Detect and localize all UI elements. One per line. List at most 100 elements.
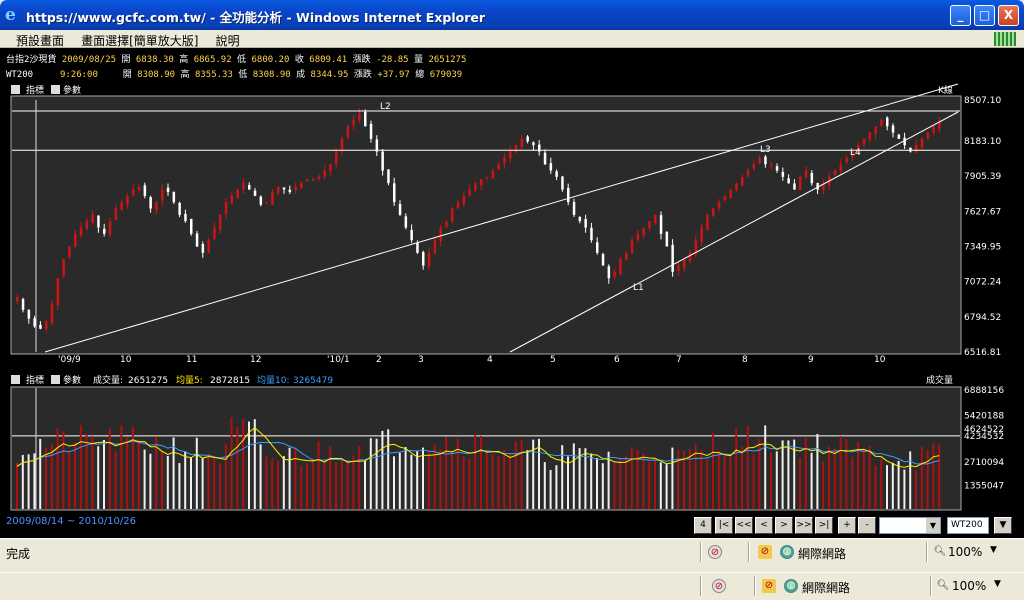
zoom-level[interactable]: 100% [952,579,986,593]
nav-button-fast-back[interactable]: << [735,517,753,534]
nav-button-back[interactable]: < [755,517,773,534]
candle-body [236,189,239,199]
candle-body [503,157,506,164]
candle-body [45,321,48,329]
param-toggle-icon[interactable] [51,85,60,94]
volume-bar [833,448,836,509]
security-icon[interactable]: ⊘ [758,545,772,559]
candle-body [16,297,19,301]
chevron-down-icon[interactable]: ▼ [926,518,940,533]
nav-button-last[interactable]: >| [815,517,833,534]
quote-volume-label: 總 [415,70,425,80]
vol-value: 2651275 [128,376,168,386]
quote-date: 9:26:00 [59,70,98,80]
candle-body [352,119,355,126]
candle-body [833,170,837,175]
volume-bar [137,438,140,509]
volume-bar [16,462,18,509]
vol-indicator-toggle-icon[interactable] [11,375,20,384]
candle-body [491,170,495,178]
candle-body [596,242,599,253]
volume-tick-label: 4234532 [964,432,1004,442]
quote-close: 8344.95 [310,70,349,80]
candle-body [56,278,60,306]
vol-indicator-button[interactable]: 指標 [26,374,44,386]
candle-body [868,132,872,140]
security-icon[interactable]: ⊘ [762,579,776,593]
volume-bar [642,453,645,509]
close-button[interactable]: X [998,5,1019,26]
candle-body [683,259,686,268]
volume-bar [781,440,784,509]
volume-bar [543,462,546,509]
candle-body [282,187,286,190]
privacy-icon[interactable]: ⊘ [712,579,726,593]
candle-body [335,151,338,164]
quote-date: 2009/08/25 [61,55,117,65]
period-select[interactable]: ▼ [879,517,941,534]
privacy-icon[interactable]: ⊘ [708,545,722,559]
candle-body [706,214,709,230]
vol-param-button[interactable]: 參數 [63,374,81,386]
zoom-level[interactable]: 100% [948,545,982,559]
volume-bar [213,456,216,509]
indicator-button[interactable]: 指標 [26,84,44,96]
candle-body [654,214,657,224]
quote-row-taiex: 台指2沙現貨 2009/08/25 開 6838.30 高 6865.92 低 … [6,52,466,65]
symbol-input[interactable]: WT200 [947,517,989,534]
zoom-chevron-down-icon[interactable]: ▼ [994,579,1001,589]
title-bar[interactable]: e https://www.gcfc.com.tw/ - 全功能分析 - Win… [0,0,1024,30]
candle-body [862,138,866,145]
indicator-toggle-icon[interactable] [11,85,20,94]
volume-bar [265,456,268,509]
nav-button-fast-forward[interactable]: >> [795,517,813,534]
minimize-button[interactable]: _ [950,5,971,26]
volume-bar [143,449,146,509]
quote-close-label: 成 [296,70,306,80]
nav-button-forward[interactable]: > [775,517,793,534]
candle-body [21,299,25,310]
price-x-axis: '09/9 10 11 12 '10/1 2 3 4 5 6 7 8 9 10 [58,355,886,365]
candle-body [752,164,756,169]
quote-high: 6865.92 [193,55,232,65]
volume-bar [915,470,917,509]
vol-param-toggle-icon[interactable] [51,375,60,384]
nav-button-mode[interactable]: 4 [694,517,712,534]
quote-open-label: 開 [121,55,131,65]
price-x-tick-label: 3 [418,355,424,365]
candle-body [277,186,280,193]
volume-bar [62,431,65,509]
volume-bar [741,446,743,509]
candle-body [172,191,176,203]
candle-body [886,117,889,127]
volume-bar [909,451,912,509]
maximize-button[interactable]: □ [974,5,995,26]
zoom-out-button[interactable]: - [858,517,876,534]
volume-bar [514,440,517,509]
candle-body [219,214,222,230]
candle-body [735,183,738,191]
param-button[interactable]: 參數 [63,84,81,96]
quote-change: -28.85 [376,55,409,65]
candle-body [456,202,460,209]
zoom-in-button[interactable]: + [838,517,856,534]
zoom-chevron-down-icon[interactable]: ▼ [990,545,997,555]
candle-body [775,166,779,171]
nav-button-first[interactable]: |< [715,517,733,534]
candle-body [62,259,65,276]
chart-area[interactable]: 指標 參數 K線 8507.10 8183.10 7905.39 7627.67 734… [0,82,1024,512]
candle-body [688,252,692,262]
candle-body [636,233,640,240]
quote-low-label: 低 [237,55,247,65]
price-x-tick-label: 5 [550,355,556,365]
candle-body [416,242,419,253]
symbol-dropdown-button[interactable]: ▼ [994,517,1012,534]
candle-body [567,187,570,203]
candle-body [874,126,877,134]
stock-chart[interactable]: 指標 參數 K線 8507.108183.107905.397627.67734… [0,82,1024,512]
volume-bar [387,429,390,509]
volume-bar [874,465,877,509]
candle-body [323,170,326,177]
candle-body [68,246,71,257]
volume-bar [828,446,830,509]
